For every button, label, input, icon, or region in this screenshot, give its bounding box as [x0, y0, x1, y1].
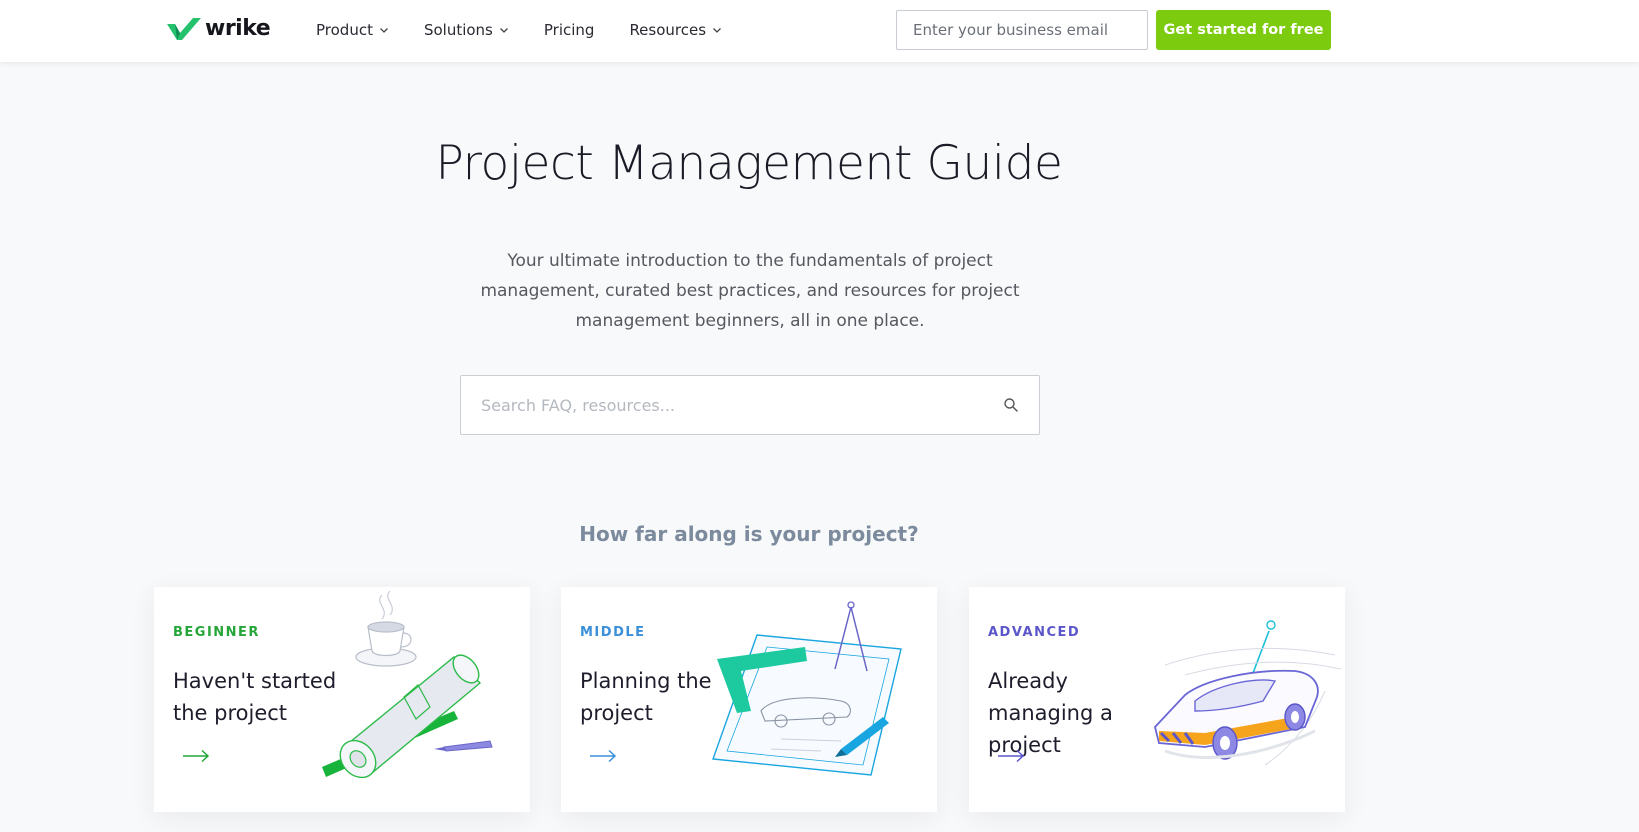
menu-item-solutions[interactable]: Solutions	[424, 21, 509, 39]
arrow-right-icon[interactable]	[589, 749, 617, 763]
section-question: How far along is your project?	[579, 522, 919, 546]
search-icon[interactable]	[1003, 397, 1019, 413]
menu-item-resources[interactable]: Resources	[629, 21, 722, 39]
menu-label: Solutions	[423, 21, 493, 39]
logo-text: wrike	[205, 16, 271, 41]
card-level: BEGINNER	[173, 625, 260, 640]
chevron-down-icon	[713, 28, 722, 33]
main-menu: Product Solutions Pricing Resources	[316, 0, 757, 60]
page-title: Project Management Guide	[435, 136, 1063, 191]
card-level: MIDDLE	[580, 625, 646, 640]
drafting-illustration	[712, 601, 902, 776]
business-email-input[interactable]	[896, 10, 1148, 50]
page-subtitle: Your ultimate introduction to the fundam…	[480, 251, 1020, 331]
menu-item-pricing[interactable]: Pricing	[544, 21, 595, 39]
top-nav: wrike Product Solutions Pricing Resource…	[0, 0, 1639, 62]
chevron-down-icon	[379, 28, 388, 33]
menu-label: Resources	[629, 21, 707, 39]
menu-label: Pricing	[543, 21, 595, 39]
chevron-down-icon	[499, 28, 508, 33]
get-started-button[interactable]: Get started for free	[1156, 10, 1331, 50]
sports-car-illustration	[1154, 620, 1342, 766]
search-input[interactable]	[481, 376, 981, 434]
menu-label: Product	[316, 21, 373, 39]
menu-item-product[interactable]: Product	[316, 21, 389, 39]
check-logo-icon	[167, 17, 201, 40]
wrike-logo[interactable]: wrike	[167, 16, 271, 41]
card-advanced[interactable]: ADVANCED Already managing a project	[969, 587, 1345, 812]
arrow-right-icon[interactable]	[997, 749, 1025, 763]
arrow-right-icon[interactable]	[182, 749, 210, 763]
search-box	[460, 375, 1040, 435]
card-beginner[interactable]: BEGINNER Haven't started the project	[154, 587, 530, 812]
blueprint-roll-illustration	[322, 590, 493, 779]
card-title: Already managing a project	[988, 669, 1113, 757]
card-level: ADVANCED	[988, 625, 1081, 640]
card-middle[interactable]: MIDDLE Planning the project	[561, 587, 937, 812]
